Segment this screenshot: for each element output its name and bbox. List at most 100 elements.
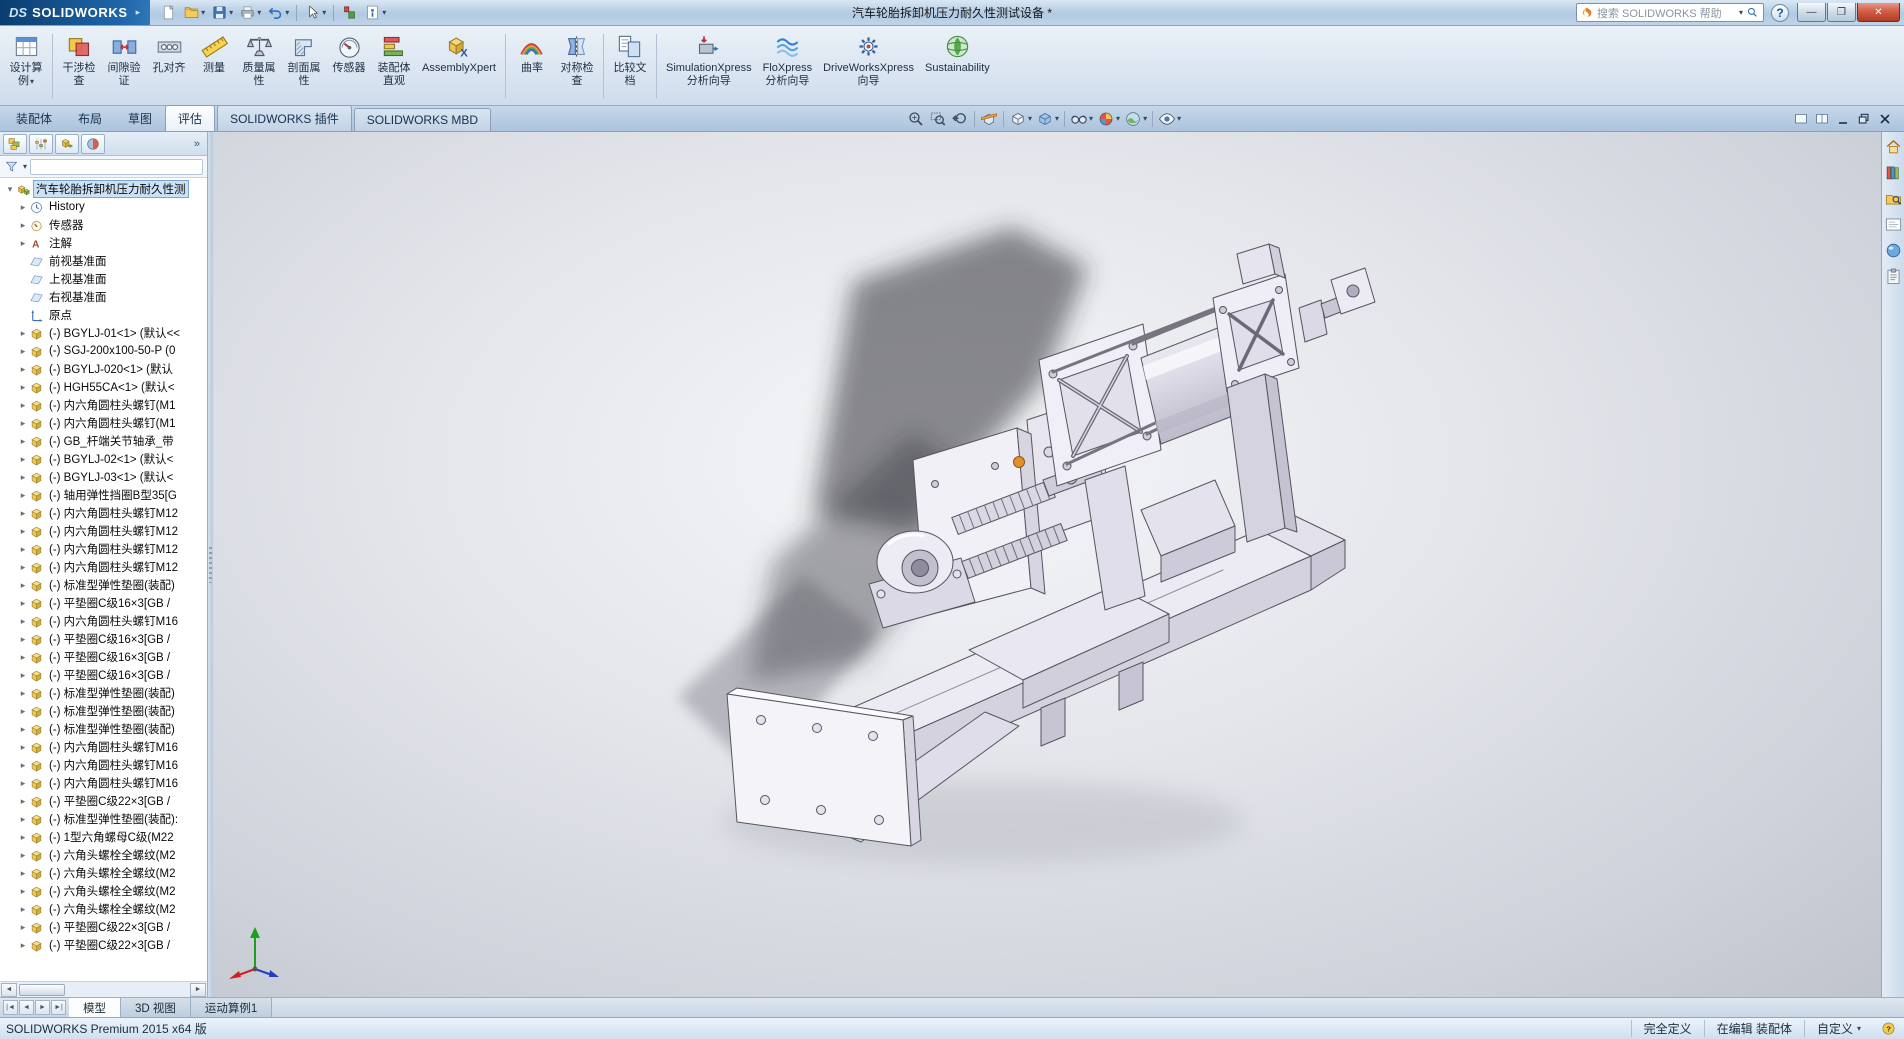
solidworks-resources-button[interactable]	[1884, 137, 1903, 156]
view-palette-button[interactable]	[1884, 215, 1903, 234]
clearance-button[interactable]: 间隙验 证	[102, 29, 146, 103]
tree-item[interactable]: ▸(-) GB_杆端关节轴承_带	[2, 432, 207, 450]
tree-expander-icon[interactable]: ▸	[17, 203, 29, 212]
propertymanager-tab[interactable]	[29, 134, 53, 154]
tree-expander-icon[interactable]: ▸	[17, 599, 29, 608]
undo-button[interactable]: ▾	[265, 3, 291, 23]
tree-item[interactable]: ▸(-) BGYLJ-03<1> (默认<	[2, 468, 207, 486]
compare-docs-button[interactable]: 比较文 档	[608, 29, 652, 103]
tree-item[interactable]: 前视基准面	[2, 252, 207, 270]
tree-expander-icon[interactable]: ▸	[17, 545, 29, 554]
measure-button[interactable]: 测量	[192, 29, 236, 103]
tree-item[interactable]: ▸(-) 平垫圈C级16×3[GB /	[2, 648, 207, 666]
search-input[interactable]: 搜索 SOLIDWORKS 帮助	[1597, 5, 1735, 21]
save-button[interactable]: ▾	[209, 3, 235, 23]
tree-item[interactable]: ▸(-) 内六角圆柱头螺钉M16	[2, 756, 207, 774]
tree-expander-icon[interactable]: ▸	[17, 563, 29, 572]
tree-item[interactable]: ▾汽车轮胎拆卸机压力耐久性测	[2, 180, 207, 198]
tab-评估[interactable]: 评估	[165, 105, 215, 131]
tree-item[interactable]: ▸(-) 标准型弹性垫圈(装配)	[2, 684, 207, 702]
tree-expander-icon[interactable]: ▸	[17, 347, 29, 356]
bottom-tab-3D 视图[interactable]: 3D 视图	[121, 998, 191, 1017]
tree-item[interactable]: ▸(-) 六角头螺栓全螺纹(M2	[2, 846, 207, 864]
tab-nav-button-0[interactable]: |◄	[3, 1000, 18, 1015]
tree-expander-icon[interactable]: ▸	[17, 527, 29, 536]
select-button[interactable]: ▾	[302, 3, 328, 23]
display-style-button[interactable]: ▾	[1034, 108, 1061, 130]
tree-expander-icon[interactable]: ▸	[17, 797, 29, 806]
status-custom[interactable]: 自定义 ▾	[1804, 1020, 1873, 1037]
design-library-button[interactable]	[1884, 163, 1903, 182]
tree-expander-icon[interactable]: ▸	[17, 689, 29, 698]
tab-nav-button-1[interactable]: ◄	[19, 1000, 34, 1015]
tree-item[interactable]: ▸(-) 六角头螺栓全螺纹(M2	[2, 900, 207, 918]
tree-expander-icon[interactable]: ▸	[17, 383, 29, 392]
tree-expander-icon[interactable]: ▸	[17, 941, 29, 950]
viewport-layout-button[interactable]	[1792, 110, 1810, 127]
tree-item[interactable]: ▸(-) 六角头螺栓全螺纹(M2	[2, 882, 207, 900]
tree-expander-icon[interactable]: ▸	[17, 743, 29, 752]
tree-item[interactable]: ▸(-) 内六角圆柱头螺钉M12	[2, 558, 207, 576]
tree-item[interactable]: ▸(-) 平垫圈C级16×3[GB /	[2, 594, 207, 612]
tree-item[interactable]: 原点	[2, 306, 207, 324]
tree-horizontal-scrollbar[interactable]: ◄ ►	[0, 981, 207, 997]
tree-item[interactable]: ▸(-) 内六角圆柱头螺钉M16	[2, 612, 207, 630]
tree-expander-icon[interactable]: ▸	[17, 653, 29, 662]
tree-expander-icon[interactable]: ▸	[17, 617, 29, 626]
tree-expander-icon[interactable]: ▸	[17, 473, 29, 482]
tree-item[interactable]: ▸(-) 内六角圆柱头螺钉M16	[2, 738, 207, 756]
maximize-button[interactable]: ❐	[1827, 3, 1856, 22]
tree-item[interactable]: ▸(-) BGYLJ-02<1> (默认<	[2, 450, 207, 468]
tree-item[interactable]: ▸(-) 平垫圈C级22×3[GB /	[2, 792, 207, 810]
tree-expander-icon[interactable]: ▸	[17, 509, 29, 518]
tree-expander-icon[interactable]: ▸	[17, 725, 29, 734]
scrollbar-thumb[interactable]	[19, 984, 65, 996]
tree-item[interactable]: ▸(-) 内六角圆柱头螺钉M12	[2, 540, 207, 558]
tab-SOLIDWORKS 插件[interactable]: SOLIDWORKS 插件	[217, 105, 352, 131]
tree-item[interactable]: ▸(-) 标准型弹性垫圈(装配)	[2, 702, 207, 720]
close-button[interactable]: ✕	[1857, 3, 1900, 22]
tree-item[interactable]: ▸(-) 1型六角螺母C级(M22	[2, 828, 207, 846]
view-settings-button[interactable]: ▾	[1156, 108, 1183, 130]
tree-expander-icon[interactable]: ▸	[17, 869, 29, 878]
sustainability-button[interactable]: Sustainability	[920, 29, 995, 103]
tree-item[interactable]: ▸(-) 六角头螺栓全螺纹(M2	[2, 864, 207, 882]
tree-expander-icon[interactable]: ▸	[17, 329, 29, 338]
panel-expand-button[interactable]: »	[194, 138, 204, 150]
tree-item[interactable]: ▸传感器	[2, 216, 207, 234]
doc-minimize-button[interactable]	[1834, 110, 1852, 127]
file-explorer-button[interactable]	[1884, 189, 1903, 208]
graphics-area[interactable]	[213, 132, 1881, 997]
tree-item[interactable]: ▸(-) 内六角圆柱头螺钉M16	[2, 774, 207, 792]
tree-item[interactable]: ▸A注解	[2, 234, 207, 252]
view-orientation-button[interactable]: ▾	[1007, 108, 1034, 130]
hole-align-button[interactable]: 孔对齐	[147, 29, 191, 103]
previous-view-button[interactable]	[949, 108, 971, 130]
doc-close-button[interactable]	[1876, 110, 1894, 127]
tree-item[interactable]: ▸(-) 内六角圆柱头螺钉M12	[2, 504, 207, 522]
viewport-split-button[interactable]	[1813, 110, 1831, 127]
tree-item[interactable]: ▸(-) 轴用弹性挡圈B型35[G	[2, 486, 207, 504]
configurationmanager-tab[interactable]	[55, 134, 79, 154]
tree-item[interactable]: ▸(-) HGH55CA<1> (默认<	[2, 378, 207, 396]
bottom-tab-模型[interactable]: 模型	[69, 998, 121, 1017]
tree-expander-icon[interactable]: ▸	[17, 239, 29, 248]
tree-item[interactable]: ▸(-) BGYLJ-01<1> (默认<<	[2, 324, 207, 342]
tree-expander-icon[interactable]: ▸	[17, 437, 29, 446]
tree-item[interactable]: 右视基准面	[2, 288, 207, 306]
design-study-button[interactable]: 设计算 例▾	[4, 29, 48, 103]
apply-scene-button[interactable]: ▾	[1122, 108, 1149, 130]
solidworks-logo[interactable]: DS SOLIDWORKS ▸	[0, 0, 150, 25]
featuremanager-tab[interactable]	[3, 134, 27, 154]
section-props-button[interactable]: 剖面属 性	[282, 29, 326, 103]
viewport-3d-model[interactable]	[213, 132, 1881, 997]
tree-expander-icon[interactable]: ▸	[17, 221, 29, 230]
zoom-to-area-button[interactable]	[927, 108, 949, 130]
doc-restore-button[interactable]	[1855, 110, 1873, 127]
tree-item[interactable]: ▸(-) BGYLJ-020<1> (默认	[2, 360, 207, 378]
tab-装配体[interactable]: 装配体	[3, 105, 65, 131]
tree-item[interactable]: ▸(-) 标准型弹性垫圈(装配)	[2, 576, 207, 594]
tab-布局[interactable]: 布局	[65, 105, 115, 131]
tree-expander-icon[interactable]: ▸	[17, 491, 29, 500]
scroll-left-button[interactable]: ◄	[1, 983, 17, 997]
